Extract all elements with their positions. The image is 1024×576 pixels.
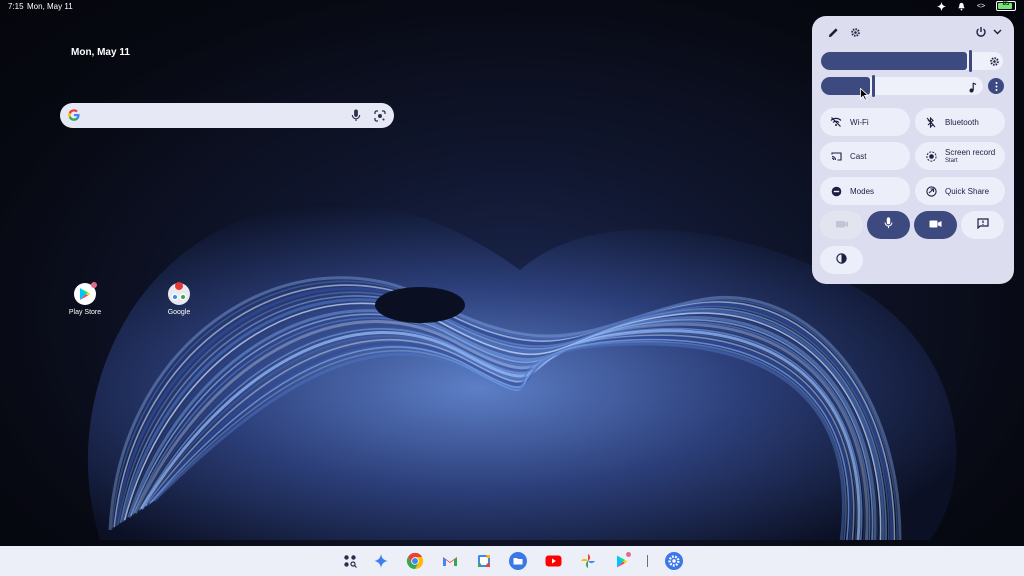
tile-quick-share[interactable]: Quick Share [915, 177, 1005, 205]
code-brackets-icon[interactable]: <> [976, 1, 986, 11]
search-bar[interactable] [60, 103, 394, 128]
battery-text: 85 [1002, 1, 1010, 7]
brightness-settings-icon[interactable] [986, 53, 1002, 69]
brightness-handle[interactable] [969, 50, 972, 72]
youtube-icon[interactable] [544, 552, 562, 570]
tile-text: Screen record Start [945, 148, 995, 164]
status-date: Mon, May 11 [27, 2, 73, 11]
photos-icon[interactable] [579, 552, 597, 570]
notification-badge [626, 552, 631, 557]
mic-icon[interactable] [351, 109, 361, 127]
wallpaper-vortex [375, 287, 465, 323]
desktop-date: Mon, May 11 [71, 47, 130, 58]
chevron-down-icon[interactable] [989, 24, 1005, 40]
calendar-icon[interactable] [475, 552, 493, 570]
google-g-icon [67, 108, 81, 122]
status-bar: 7:15 Mon, May 11 <> 85 [0, 0, 1024, 12]
do-not-disturb-bell-icon[interactable] [956, 1, 966, 11]
tile-label: Wi-Fi [850, 117, 869, 127]
video-camera-icon [929, 216, 942, 234]
feedback-icon [976, 216, 989, 234]
play-store-icon [74, 282, 97, 305]
battery-icon: 85 [996, 1, 1016, 11]
desktop-app-label: Play Store [68, 309, 102, 316]
chrome-icon[interactable] [406, 552, 424, 570]
video-toggle[interactable] [914, 211, 957, 239]
screen-record-icon [924, 150, 938, 162]
feedback-toggle[interactable] [961, 211, 1004, 239]
tile-label: Modes [850, 186, 875, 196]
volume-slider[interactable] [821, 75, 983, 98]
contrast-toggle[interactable] [820, 246, 863, 274]
cast-icon [829, 151, 843, 161]
tile-label: Bluetooth [945, 117, 979, 127]
settings-icon[interactable] [665, 552, 683, 570]
volume-handle[interactable] [872, 75, 875, 97]
tile-bluetooth[interactable]: Bluetooth [915, 108, 1005, 136]
camera-toggle[interactable] [820, 211, 863, 239]
modes-icon [829, 186, 843, 197]
tile-label: Cast [850, 151, 867, 161]
gemini-icon[interactable] [372, 552, 390, 570]
notification-badge [175, 282, 183, 290]
tile-cast[interactable]: Cast [820, 142, 910, 170]
gemini-sparkle-icon[interactable] [936, 1, 946, 11]
music-note-icon [969, 80, 977, 98]
tile-modes[interactable]: Modes [820, 177, 910, 205]
camera-off-icon [835, 216, 849, 234]
brightness-slider[interactable] [821, 50, 1003, 72]
more-vert-icon[interactable] [988, 78, 1004, 94]
microphone-icon [884, 216, 893, 234]
desktop-app-play-store[interactable]: Play Store [60, 282, 110, 316]
wifi-off-icon [829, 117, 843, 127]
power-icon[interactable] [973, 24, 989, 40]
status-time: 7:15 [8, 2, 24, 11]
tile-label: Quick Share [945, 186, 990, 196]
microphone-toggle[interactable] [867, 211, 910, 239]
mouse-cursor-icon [860, 87, 870, 106]
tile-label: Screen record [945, 148, 996, 157]
files-icon[interactable] [509, 552, 527, 570]
notification-badge [91, 282, 97, 288]
settings-gear-icon[interactable] [847, 24, 863, 40]
lens-icon[interactable] [374, 109, 386, 127]
shelf [0, 546, 1024, 576]
brightness-level-fill [821, 52, 967, 70]
play-store-icon[interactable] [613, 552, 631, 570]
desktop-app-google[interactable]: Google [154, 282, 204, 316]
bluetooth-off-icon [924, 116, 938, 128]
google-folder-icon [168, 282, 190, 305]
tile-wifi[interactable]: Wi-Fi [820, 108, 910, 136]
quick-share-icon [924, 185, 938, 197]
quick-settings-panel: Wi-Fi Bluetooth Cast Screen record Start… [812, 16, 1014, 284]
tile-screen-record[interactable]: Screen record Start [915, 142, 1005, 170]
launcher-icon[interactable] [341, 552, 359, 570]
tile-sublabel: Start [945, 158, 958, 164]
edit-pencil-icon[interactable] [825, 24, 841, 40]
contrast-icon [836, 251, 847, 269]
gmail-icon[interactable] [441, 552, 459, 570]
shelf-divider [647, 555, 648, 567]
desktop-app-label: Google [167, 309, 191, 316]
